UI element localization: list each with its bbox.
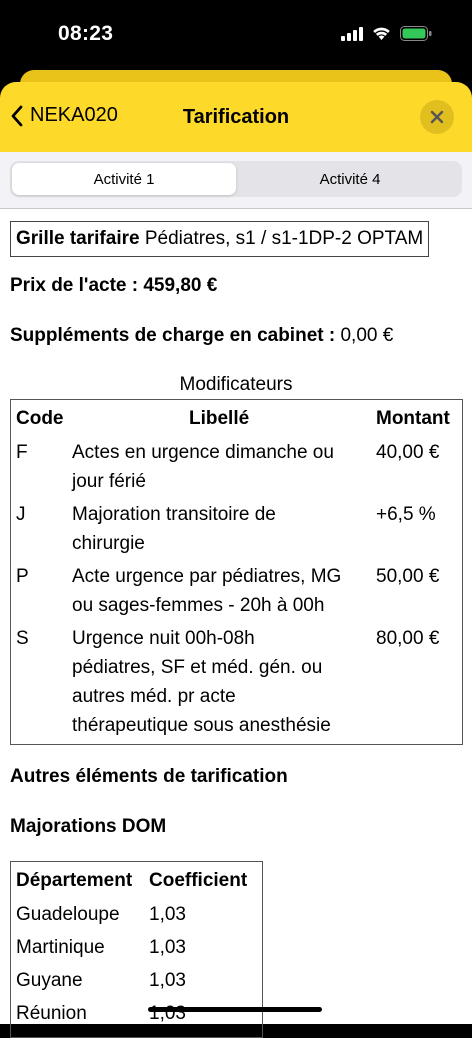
majorations-dom-heading: Majorations DOM [10, 816, 167, 837]
nav-header: NEKA020 Tarification [0, 82, 472, 152]
close-icon [430, 110, 444, 124]
tabs-bar: Activité 1 Activité 4 [0, 152, 472, 209]
home-indicator[interactable] [148, 1007, 322, 1012]
status-time: 08:23 [58, 22, 114, 45]
row-code: S [16, 628, 29, 649]
dom-coefficient: 1,03 [149, 904, 186, 925]
dom-coefficient: 1,03 [149, 970, 186, 991]
modificateurs-title: Modificateurs [179, 374, 293, 395]
dom-departement: Réunion [16, 1003, 87, 1024]
back-button[interactable]: NEKA020 [10, 104, 118, 127]
tab-activite-1[interactable]: Activité 1 [12, 163, 236, 195]
prix-value: 459,80 € [143, 275, 218, 296]
dom-coefficient: 1,03 [149, 937, 186, 958]
supplements-label: Suppléments de charge en cabinet : [10, 325, 336, 346]
row-montant: 50,00 € [376, 566, 440, 587]
segmented-control: Activité 1 Activité 4 [10, 161, 462, 197]
battery-icon [400, 26, 432, 41]
row-libelle: Urgence nuit 00h-08h pédiatres, SF et méd… [72, 628, 331, 736]
column-header-libelle: Libellé [189, 408, 250, 429]
modificateurs-table: Code Libellé Montant F Actes en urgence … [10, 399, 463, 745]
row-montant: 80,00 € [376, 628, 440, 649]
column-header-coefficient: Coefficient [149, 870, 248, 891]
row-code: P [16, 566, 29, 587]
grille-tarifaire-box: Grille tarifaire Pédiatres, s1 / s1-1DP-… [10, 221, 430, 257]
close-button[interactable] [420, 100, 454, 134]
status-bar: 08:23 [0, 0, 472, 72]
tab-activite-4[interactable]: Activité 4 [238, 161, 462, 197]
row-code: J [16, 504, 26, 525]
dom-departement: Guadeloupe [16, 904, 120, 925]
chevron-left-icon [11, 105, 23, 126]
dom-departement: Guyane [16, 970, 83, 991]
supplements-value: 0,00 € [340, 325, 394, 346]
prix-acte: Prix de l'acte : 459,80 € [10, 275, 217, 297]
row-montant: 40,00 € [376, 442, 440, 463]
row-code: F [16, 442, 28, 463]
autres-elements-heading: Autres éléments de tarification [10, 766, 288, 787]
back-label: NEKA020 [30, 104, 118, 126]
row-libelle: Actes en urgence dimanche ou jour férié [72, 442, 334, 492]
cellular-signal-icon [341, 26, 363, 41]
wifi-icon [373, 27, 390, 40]
column-header-montant: Montant [376, 408, 450, 429]
prix-label: Prix de l'acte : [10, 275, 139, 296]
row-montant: +6,5 % [376, 504, 436, 525]
grille-value: Pédiatres, s1 / s1-1DP-2 OPTAM [144, 228, 424, 249]
status-icons [341, 26, 432, 41]
grille-label: Grille tarifaire [16, 228, 140, 249]
content-area: Grille tarifaire Pédiatres, s1 / s1-1DP-… [0, 209, 472, 1038]
column-header-departement: Département [16, 870, 133, 891]
supplements-line: Suppléments de charge en cabinet : 0,00 … [10, 325, 393, 347]
row-libelle: Acte urgence par pédiatres, MG ou sages-f… [72, 566, 342, 616]
row-libelle: Majoration transitoire de chirurgie [72, 504, 276, 554]
dom-departement: Martinique [16, 937, 105, 958]
column-header-code: Code [16, 408, 64, 429]
